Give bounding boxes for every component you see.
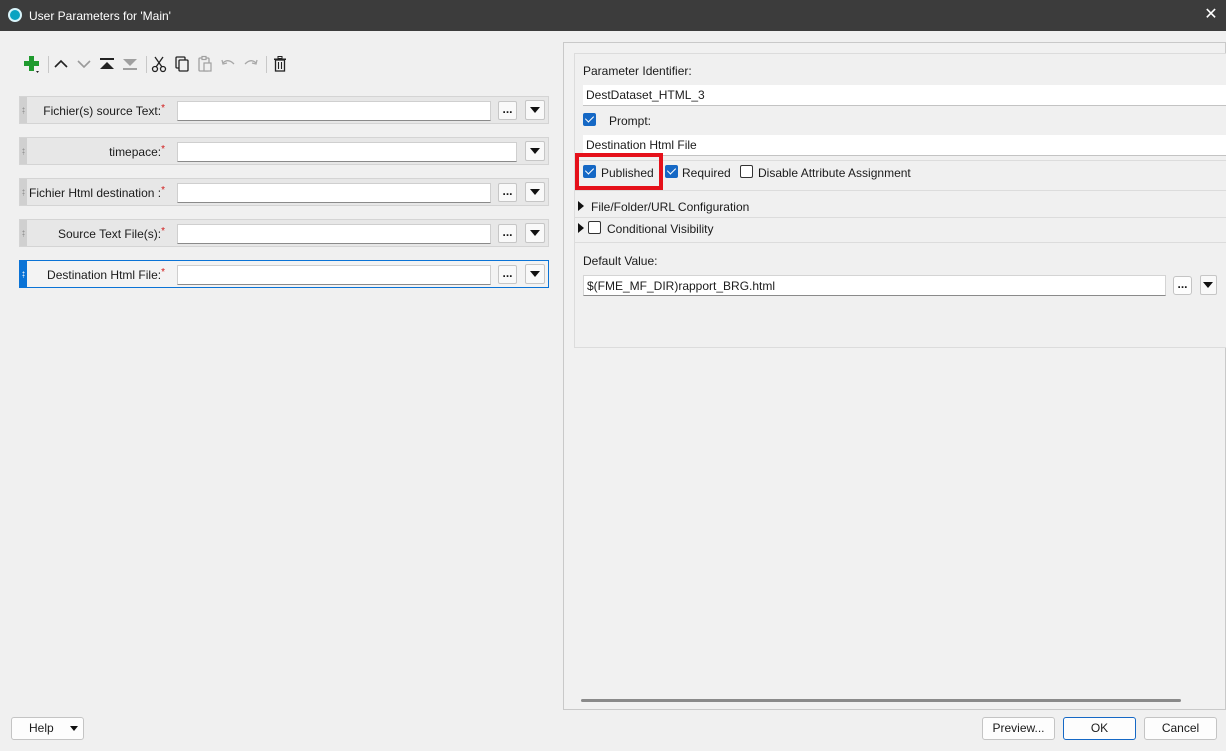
move-up-icon[interactable] <box>51 53 71 75</box>
drag-handle[interactable] <box>20 261 27 287</box>
param-label: Source Text File(s):* <box>57 226 165 241</box>
drag-handle[interactable] <box>20 97 27 123</box>
close-icon[interactable]: ✕ <box>1201 5 1221 25</box>
file-config-section[interactable]: File/Folder/URL Configuration <box>591 200 749 214</box>
move-top-icon[interactable] <box>97 53 117 75</box>
expand-arrow-icon[interactable] <box>578 201 584 211</box>
help-button[interactable]: Help <box>11 717 84 740</box>
move-bottom-icon[interactable] <box>120 53 140 75</box>
horizontal-scrollbar[interactable] <box>581 699 1181 702</box>
chevron-down-icon <box>70 726 78 731</box>
param-label: Fichier(s) source Text:* <box>43 103 165 118</box>
param-row-fichier-html-destination[interactable]: Fichier Html destination :* ... <box>19 178 549 206</box>
param-value-input[interactable] <box>177 142 517 162</box>
browse-button[interactable]: ... <box>498 101 517 120</box>
window-title: User Parameters for 'Main' <box>29 9 171 23</box>
drag-handle[interactable] <box>20 179 27 205</box>
dropdown-arrow-button[interactable] <box>525 141 545 161</box>
param-value-input[interactable] <box>177 101 491 121</box>
copy-icon[interactable] <box>172 53 192 75</box>
param-label: timepace:* <box>109 144 165 159</box>
default-value-label: Default Value: <box>583 254 658 268</box>
prompt-label: Prompt: <box>609 114 652 128</box>
conditional-visibility-label: Conditional Visibility <box>607 222 714 236</box>
param-row-source-text-files[interactable]: Source Text File(s):* ... <box>19 219 549 247</box>
expand-arrow-icon[interactable] <box>578 223 584 233</box>
dropdown-arrow-button[interactable] <box>525 100 545 120</box>
published-highlight <box>575 153 663 190</box>
dropdown-arrow-button[interactable] <box>525 264 545 284</box>
default-browse-button[interactable]: ... <box>1173 276 1192 295</box>
param-value-input[interactable] <box>177 183 491 203</box>
prompt-input[interactable]: Destination Html File <box>583 135 1226 156</box>
required-checkbox[interactable] <box>665 165 678 178</box>
drag-handle[interactable] <box>20 220 27 246</box>
param-row-destination-html-file[interactable]: Destination Html File:* ... <box>19 260 549 288</box>
identifier-input[interactable]: DestDataset_HTML_3 <box>583 85 1226 106</box>
conditional-visibility-checkbox[interactable] <box>588 221 601 234</box>
disable-attribute-label: Disable Attribute Assignment <box>758 166 911 180</box>
required-label: Required <box>682 166 731 180</box>
drag-handle[interactable] <box>20 138 27 164</box>
ok-button[interactable]: OK <box>1063 717 1136 740</box>
param-row-fichiers-source-text[interactable]: Fichier(s) source Text:* ... <box>19 96 549 124</box>
browse-button[interactable]: ... <box>498 183 517 202</box>
fme-app-icon <box>8 8 22 22</box>
dropdown-arrow-button[interactable] <box>525 182 545 202</box>
prompt-checkbox[interactable] <box>583 113 596 126</box>
param-label: Fichier Html destination :* <box>29 185 165 200</box>
disable-attribute-checkbox[interactable] <box>740 165 753 178</box>
browse-button[interactable]: ... <box>498 224 517 243</box>
default-value-input[interactable]: $(FME_MF_DIR)rapport_BRG.html <box>583 275 1166 296</box>
param-label: Destination Html File:* <box>47 267 165 282</box>
add-icon[interactable] <box>22 53 42 75</box>
undo-icon[interactable] <box>218 53 238 75</box>
default-dropdown-button[interactable] <box>1200 275 1217 295</box>
cancel-button[interactable]: Cancel <box>1144 717 1217 740</box>
redo-icon[interactable] <box>241 53 261 75</box>
param-value-input[interactable] <box>177 224 491 244</box>
title-bar: User Parameters for 'Main' ✕ <box>0 0 1226 31</box>
move-down-icon[interactable] <box>74 53 94 75</box>
delete-icon[interactable] <box>270 53 290 75</box>
param-row-timepace[interactable]: timepace:* <box>19 137 549 165</box>
cut-icon[interactable] <box>149 53 169 75</box>
browse-button[interactable]: ... <box>498 265 517 284</box>
paste-icon[interactable] <box>195 53 215 75</box>
identifier-label: Parameter Identifier: <box>583 64 692 78</box>
dropdown-arrow-button[interactable] <box>525 223 545 243</box>
preview-button[interactable]: Preview... <box>982 717 1055 740</box>
param-value-input[interactable] <box>177 265 491 285</box>
